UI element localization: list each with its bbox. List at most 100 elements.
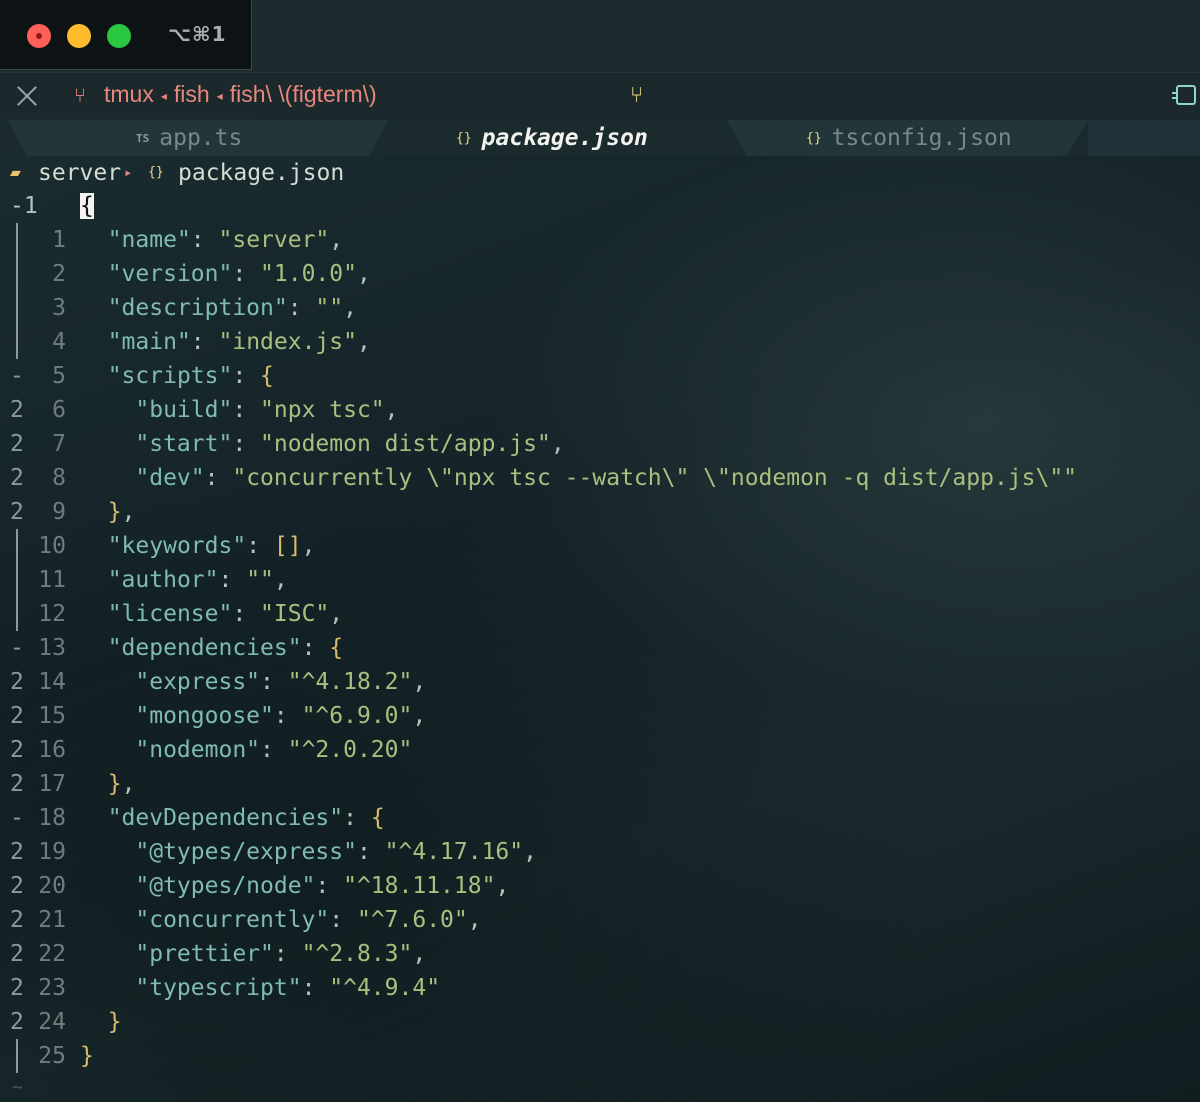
chevron-right-icon: ▸ <box>124 165 133 181</box>
code-line[interactable]: -5 "scripts": { <box>0 359 1200 393</box>
git-icon: ⑂ <box>74 83 86 107</box>
code-line[interactable]: 3 "description": "", <box>0 291 1200 325</box>
minimize-window-button[interactable] <box>67 24 91 48</box>
line-number: 24 <box>38 1009 66 1035</box>
end-of-buffer-marker: ~ <box>12 1077 23 1098</box>
line-number: 18 <box>38 805 66 831</box>
tab-bar-filler <box>1088 120 1200 156</box>
tab-label: tsconfig.json <box>831 125 1012 151</box>
code-line[interactable]: 29 }, <box>0 495 1200 529</box>
code-text: } <box>107 1009 122 1035</box>
line-number: 11 <box>38 567 66 593</box>
code-line[interactable]: -18 "devDependencies": { <box>0 801 1200 835</box>
code-line[interactable]: 1 "name": "server", <box>0 223 1200 257</box>
session-crumb[interactable]: fish\ \(figterm\) <box>230 81 377 107</box>
code-line[interactable]: 2 20 "@types/node": "^18.11.18", <box>0 869 1200 903</box>
code-line[interactable]: -13 "dependencies": { <box>0 631 1200 665</box>
code-text: "express": "^4.18.2", <box>135 669 427 695</box>
code-text: "nodemon": "^2.0.20" <box>135 737 413 763</box>
line-number: 19 <box>38 839 66 865</box>
zoom-window-button[interactable] <box>107 24 131 48</box>
session-bar: ⑂ tmux ◂ fish ◂ fish\ \(figterm\) ⑂ <box>0 72 1200 119</box>
code-text: "keywords": [], <box>107 533 316 559</box>
code-line[interactable]: -1 { <box>0 189 1200 223</box>
line-number: 9 <box>52 499 66 525</box>
session-breadcrumb: tmux ◂ fish ◂ fish\ \(figterm\) <box>104 81 377 108</box>
tab-app-ts[interactable]: TS app.ts <box>8 120 388 156</box>
chevron-left-icon: ◂ <box>160 88 167 103</box>
code-text: "concurrently": "^7.6.0", <box>135 907 482 933</box>
code-line[interactable]: 28 "dev": "concurrently \"npx tsc --watc… <box>0 461 1200 495</box>
code-text: } <box>80 1043 94 1069</box>
line-number: 5 <box>52 363 66 389</box>
breadcrumb-folder[interactable]: server <box>38 156 121 190</box>
code-text: "@types/express": "^4.17.16", <box>135 839 537 865</box>
code-text: "dev": "concurrently \"npx tsc --watch\"… <box>135 465 1078 491</box>
code-line[interactable]: 2 21 "concurrently": "^7.6.0", <box>0 903 1200 937</box>
code-line[interactable]: 10 "keywords": [], <box>0 529 1200 563</box>
branch-icon: ⑂ <box>630 83 644 108</box>
code-line[interactable]: 2 23 "typescript": "^4.9.4" <box>0 971 1200 1005</box>
code-line[interactable]: 26 "build": "npx tsc", <box>0 393 1200 427</box>
line-number: 6 <box>52 397 66 423</box>
code-text: "main": "index.js", <box>107 329 371 355</box>
tab-bar: TS app.ts {} package.json {} tsconfig.json <box>0 120 1200 156</box>
chip-icon[interactable] <box>1172 85 1196 105</box>
line-number: 10 <box>38 533 66 559</box>
line-number: 21 <box>38 907 66 933</box>
code-line[interactable]: 4 "main": "index.js", <box>0 325 1200 359</box>
line-number: 17 <box>38 771 66 797</box>
code-line[interactable]: 2 19 "@types/express": "^4.17.16", <box>0 835 1200 869</box>
code-text: "author": "", <box>107 567 288 593</box>
line-number: 13 <box>38 635 66 661</box>
line-number: 8 <box>52 465 66 491</box>
code-text: "description": "", <box>107 295 357 321</box>
code-text: "typescript": "^4.9.4" <box>135 975 441 1001</box>
json-icon: {} <box>456 131 472 146</box>
tab-tsconfig-json[interactable]: {} tsconfig.json <box>726 120 1088 156</box>
code-line[interactable]: 2 14 "express": "^4.18.2", <box>0 665 1200 699</box>
folder-icon: ▰ <box>10 162 21 183</box>
code-line[interactable]: 2 22 "prettier": "^2.8.3", <box>0 937 1200 971</box>
typescript-icon: TS <box>136 132 150 145</box>
line-number: 14 <box>38 669 66 695</box>
window-shortcut: ⌥⌘1 <box>168 22 227 46</box>
line-number: 15 <box>38 703 66 729</box>
code-editor[interactable]: ~ -1{1 "name": "server", 2 "version": "1.… <box>0 189 1200 1102</box>
code-text: "start": "nodemon dist/app.js", <box>135 431 565 457</box>
code-text: "@types/node": "^18.11.18", <box>135 873 510 899</box>
code-line[interactable]: 2 17 }, <box>0 767 1200 801</box>
code-text: "build": "npx tsc", <box>135 397 399 423</box>
line-number: 1 <box>52 227 66 253</box>
session-crumb[interactable]: tmux <box>104 81 154 107</box>
line-number: 22 <box>38 941 66 967</box>
code-line[interactable]: 2 15 "mongoose": "^6.9.0", <box>0 699 1200 733</box>
breadcrumb-file[interactable]: package.json <box>178 156 344 190</box>
line-number: 4 <box>52 329 66 355</box>
chevron-left-icon: ◂ <box>216 88 223 103</box>
code-text: "dependencies": { <box>107 635 344 661</box>
code-line[interactable]: 2 24 } <box>0 1005 1200 1039</box>
code-text: }, <box>107 771 136 797</box>
line-number: 25 <box>38 1043 66 1069</box>
close-icon[interactable] <box>16 85 38 107</box>
code-line[interactable]: 2 16 "nodemon": "^2.0.20" <box>0 733 1200 767</box>
code-line[interactable]: 12 "license": "ISC", <box>0 597 1200 631</box>
session-crumb[interactable]: fish <box>174 81 210 107</box>
tab-label: package.json <box>481 125 648 151</box>
line-number: 12 <box>38 601 66 627</box>
code-text: "devDependencies": { <box>107 805 385 831</box>
window-controls: ⌥⌘1 <box>0 0 252 70</box>
code-text: }, <box>107 499 136 525</box>
code-text: "prettier": "^2.8.3", <box>135 941 427 967</box>
code-text: "name": "server", <box>107 227 344 253</box>
code-line[interactable]: 11 "author": "", <box>0 563 1200 597</box>
title-bar: ⌥⌘1 <box>0 0 1200 72</box>
code-line[interactable]: 27 "start": "nodemon dist/app.js", <box>0 427 1200 461</box>
close-window-button[interactable] <box>27 24 51 48</box>
line-number: 2 <box>52 261 66 287</box>
line-number: 16 <box>38 737 66 763</box>
code-line[interactable]: 2 "version": "1.0.0", <box>0 257 1200 291</box>
code-text: "scripts": { <box>107 363 274 389</box>
code-line[interactable]: 25} <box>0 1039 1200 1073</box>
